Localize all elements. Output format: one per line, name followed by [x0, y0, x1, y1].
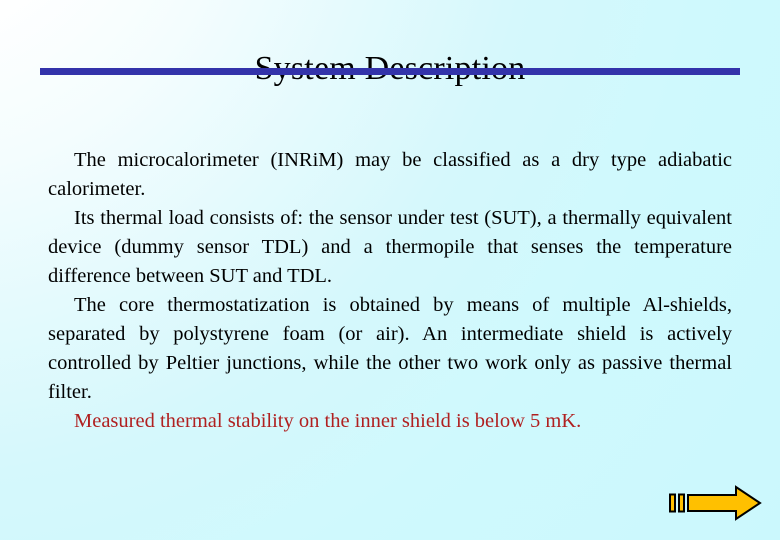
- body-paragraph-thermal-load: Its thermal load consists of: the sensor…: [48, 207, 732, 287]
- body-paragraph-thermostatization: The core thermostatization is obtained b…: [48, 294, 732, 403]
- body-paragraph-classification: The microcalorimeter (INRiM) may be clas…: [48, 149, 732, 200]
- arrow-right-glyph: [669, 485, 762, 521]
- slide-canvas: System Description The microcalorimeter …: [0, 0, 780, 540]
- next-slide-arrow-icon[interactable]: [668, 484, 764, 522]
- body-paragraph-stability-highlight: Measured thermal stability on the inner …: [74, 410, 582, 432]
- slide-body: The microcalorimeter (INRiM) may be clas…: [48, 146, 732, 436]
- title-underline-rule: [40, 68, 740, 75]
